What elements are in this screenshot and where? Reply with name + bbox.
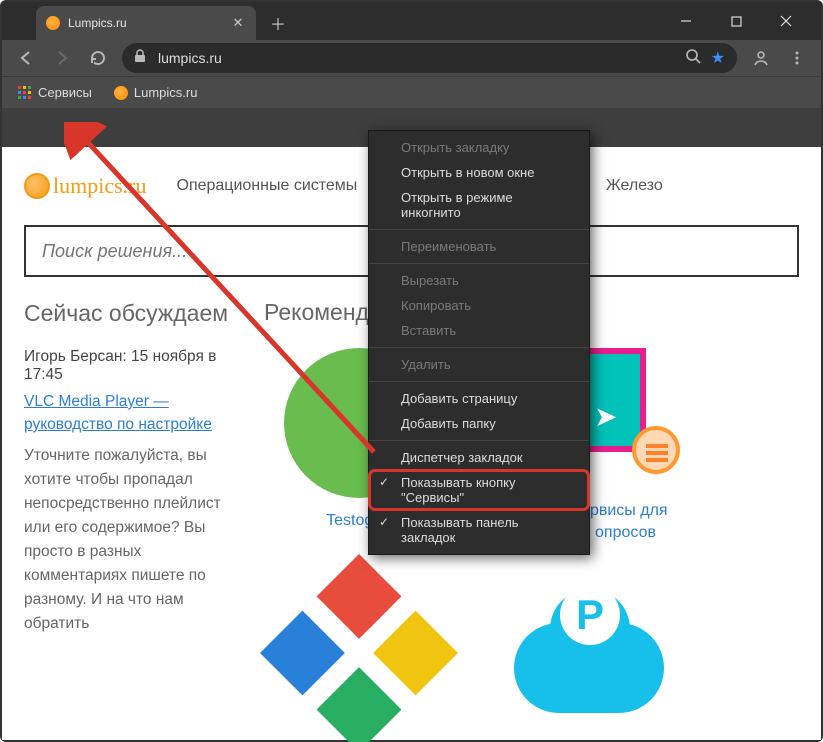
card-pcloud[interactable]: P xyxy=(494,583,684,723)
ctx-show-apps-label: Показывать кнопку "Сервисы" xyxy=(401,475,515,505)
apps-label: Сервисы xyxy=(38,85,92,100)
close-tab-button[interactable]: ✕ xyxy=(230,15,246,31)
diamond-icon xyxy=(260,554,458,742)
back-button[interactable] xyxy=(10,43,42,73)
bookmarks-bar[interactable]: Сервисы Lumpics.ru xyxy=(2,76,821,108)
ctx-paste[interactable]: Вставить xyxy=(369,318,589,343)
apps-icon xyxy=(18,86,32,100)
favicon-icon xyxy=(46,16,60,30)
browser-chrome: Lumpics.ru ✕ ＋ lumpics.ru ★ Серв xyxy=(2,2,821,147)
ctx-add-page[interactable]: Добавить страницу xyxy=(369,386,589,411)
ctx-show-apps-button[interactable]: ✓ Показывать кнопку "Сервисы" xyxy=(369,470,589,510)
ctx-show-bar-label: Показывать панель закладок xyxy=(401,515,519,545)
tab-title: Lumpics.ru xyxy=(68,16,127,30)
reload-button[interactable] xyxy=(82,43,114,73)
toolbar: lumpics.ru ★ xyxy=(2,40,821,76)
post-body: Уточните пожалуйста, вы хотите чтобы про… xyxy=(24,444,240,636)
ctx-open-new-window[interactable]: Открыть в новом окне xyxy=(369,160,589,185)
post-link[interactable]: VLC Media Player — руководство по настро… xyxy=(24,393,212,433)
tab-strip: Lumpics.ru ✕ ＋ xyxy=(2,2,665,40)
card-diamond[interactable] xyxy=(264,583,454,723)
lock-icon xyxy=(134,49,148,68)
menu-button[interactable] xyxy=(781,43,813,73)
forward-button[interactable] xyxy=(46,43,78,73)
profile-button[interactable] xyxy=(745,43,777,73)
logo-icon xyxy=(24,173,50,199)
check-icon: ✓ xyxy=(379,515,389,529)
close-window-button[interactable] xyxy=(765,6,807,36)
lumpics-bookmark[interactable]: Lumpics.ru xyxy=(106,81,206,104)
window-controls xyxy=(665,2,821,40)
logo-text: lumpics.ru xyxy=(53,173,147,199)
ctx-open[interactable]: Открыть закладку xyxy=(369,135,589,160)
title-bar: Lumpics.ru ✕ ＋ xyxy=(2,2,821,40)
new-tab-button[interactable]: ＋ xyxy=(264,9,292,37)
check-icon: ✓ xyxy=(379,475,389,489)
bookmark-label: Lumpics.ru xyxy=(134,85,198,100)
minimize-button[interactable] xyxy=(665,6,707,36)
nav-hardware[interactable]: Железо xyxy=(606,177,663,195)
sidebar-heading: Сейчас обсуждаем xyxy=(24,299,240,328)
ctx-bookmark-manager[interactable]: Диспетчер закладок xyxy=(369,445,589,470)
ctx-delete[interactable]: Удалить xyxy=(369,352,589,377)
maximize-button[interactable] xyxy=(715,6,757,36)
url-text: lumpics.ru xyxy=(158,50,675,66)
nav-os[interactable]: Операционные системы xyxy=(177,177,358,195)
site-logo[interactable]: lumpics.ru xyxy=(24,173,147,199)
browser-tab[interactable]: Lumpics.ru ✕ xyxy=(36,6,256,40)
ctx-copy[interactable]: Копировать xyxy=(369,293,589,318)
ctx-show-bookmarks-bar[interactable]: ✓ Показывать панель закладок xyxy=(369,510,589,550)
ctx-cut[interactable]: Вырезать xyxy=(369,268,589,293)
context-menu: Открыть закладку Открыть в новом окне От… xyxy=(368,130,590,555)
omnibox-actions: ★ xyxy=(685,48,725,69)
discussion-post: Игорь Берсан: 15 ноября в 17:45 VLC Medi… xyxy=(24,348,240,637)
pcloud-icon: P xyxy=(514,593,664,713)
address-bar[interactable]: lumpics.ru ★ xyxy=(122,43,737,73)
apps-bookmark[interactable]: Сервисы xyxy=(10,81,100,104)
ctx-add-folder[interactable]: Добавить папку xyxy=(369,411,589,436)
sidebar: Сейчас обсуждаем Игорь Берсан: 15 ноября… xyxy=(24,299,240,723)
search-icon[interactable] xyxy=(685,48,701,69)
favicon-icon xyxy=(114,86,128,100)
post-meta: Игорь Берсан: 15 ноября в 17:45 xyxy=(24,348,240,384)
bookmark-star-icon[interactable]: ★ xyxy=(711,48,725,68)
ctx-open-incognito[interactable]: Открыть в режиме инкогнито xyxy=(369,185,589,225)
ctx-rename[interactable]: Переименовать xyxy=(369,234,589,259)
